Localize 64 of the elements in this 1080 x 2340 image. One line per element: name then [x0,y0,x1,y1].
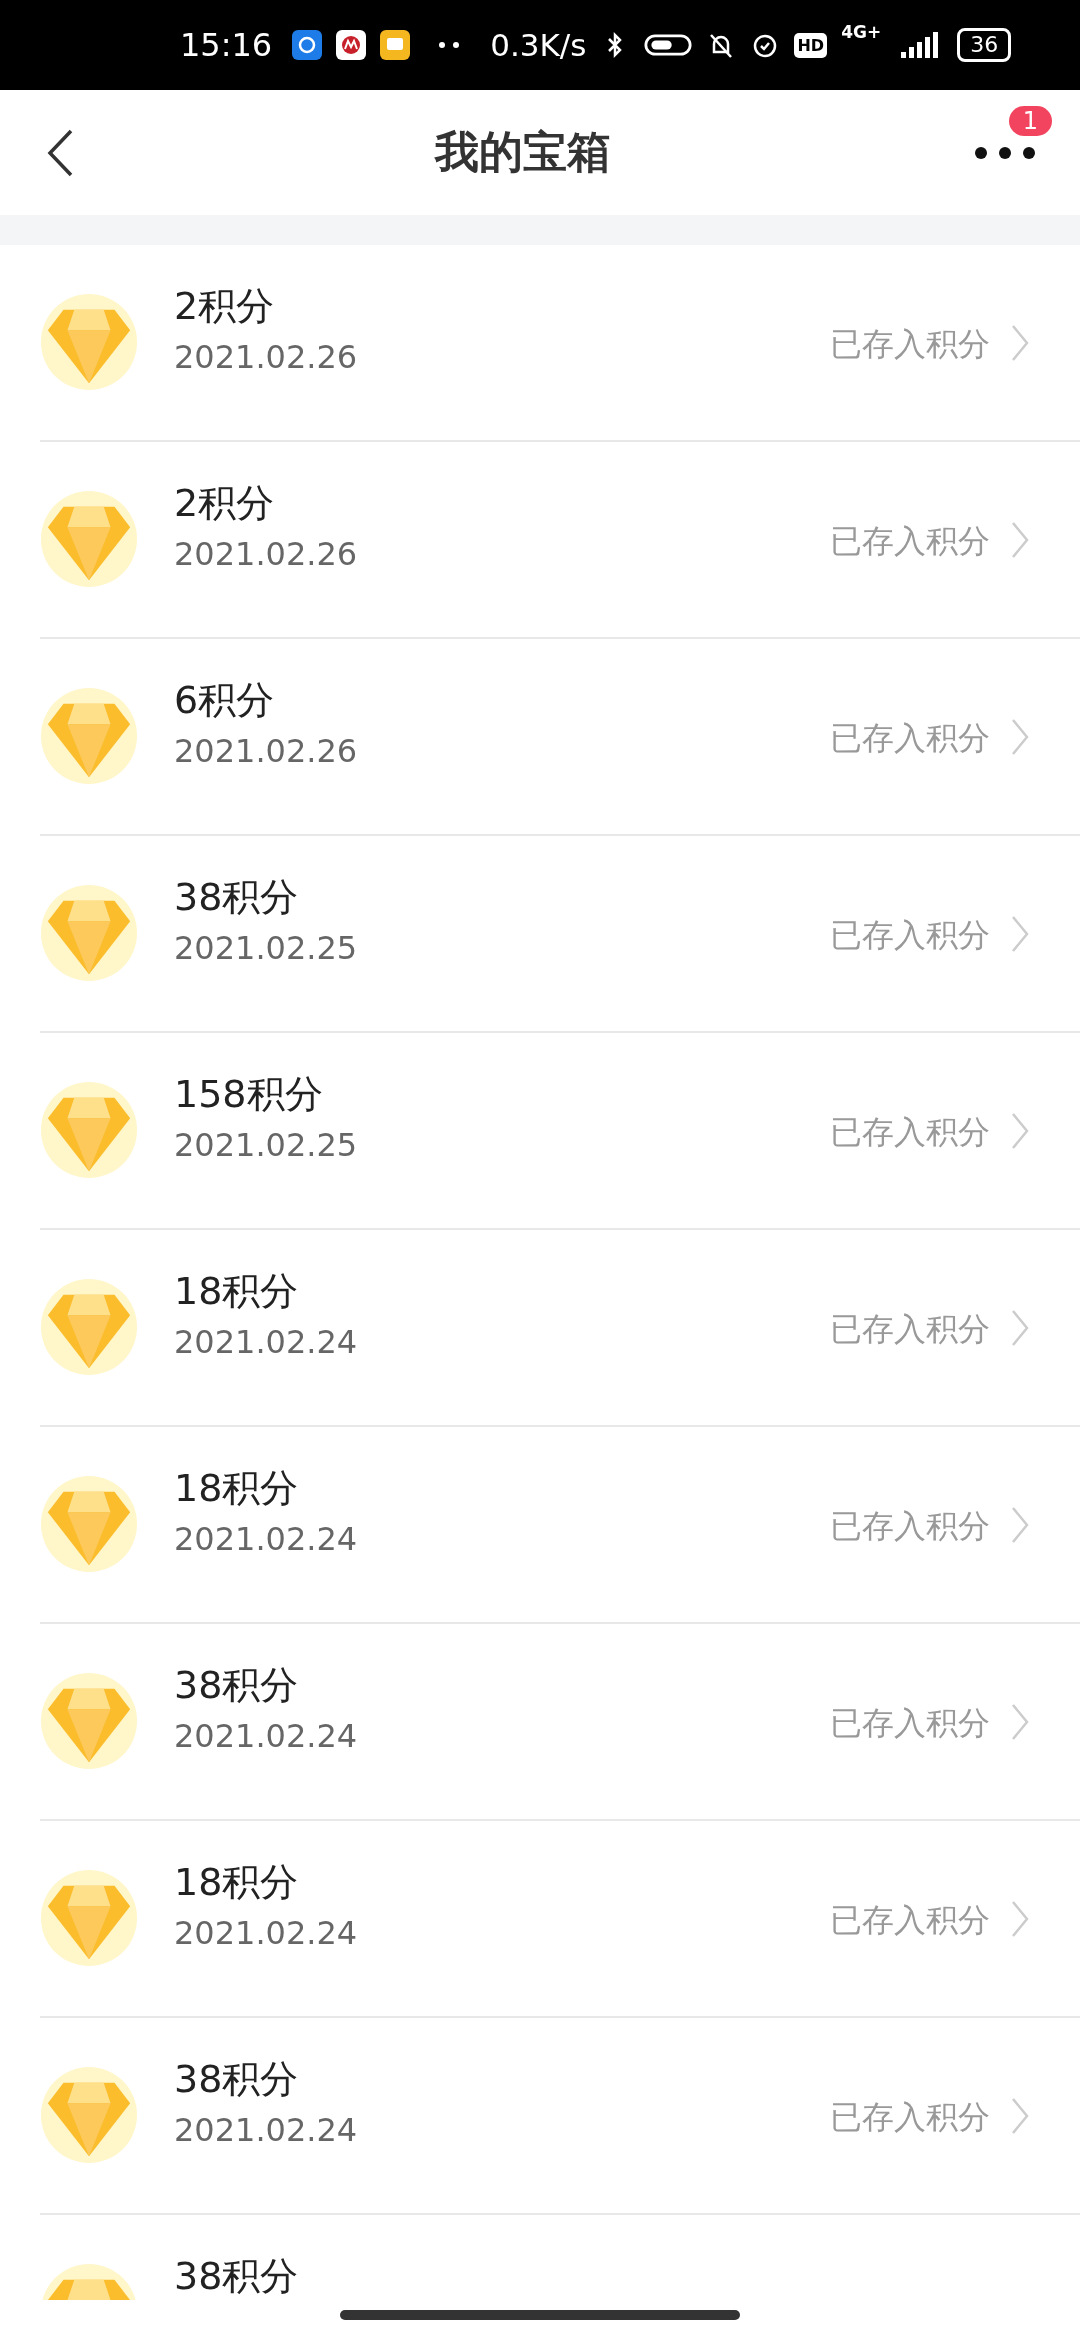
status-text: 已存入积分 [830,1703,990,1744]
notification-badge: 1 [1008,106,1052,136]
reward-row[interactable]: 2积分 2021.02.26 已存入积分 [40,245,1080,442]
date-text: 2021.02.24 [174,1323,359,1361]
date-text: 2021.02.26 [174,338,359,376]
reward-row[interactable]: 38积分 2021.02.25 已存入积分 [40,836,1080,1033]
battery-level: 36 [957,28,1012,62]
chevron-right-icon [1010,717,1030,757]
points-amount: 38积分 [174,1662,300,1709]
chevron-right-icon [1010,1308,1030,1348]
network-speed: 0.3K/s [490,27,587,63]
points-amount: 2积分 [174,480,276,527]
status-text: 已存入积分 [830,1506,990,1547]
chevron-right-icon [1010,1111,1030,1151]
reward-row[interactable]: 18积分 2021.02.24 已存入积分 [40,1821,1080,2018]
reward-row[interactable]: 6积分 2021.02.26 已存入积分 [40,639,1080,836]
chevron-right-icon [1010,1505,1030,1545]
chevron-right-icon [1010,323,1030,363]
date-text: 2021.02.25 [174,929,359,967]
reward-row[interactable]: 158积分 2021.02.25 已存入积分 [40,1033,1080,1230]
points-amount: 38积分 [174,874,300,921]
date-text: 2021.02.25 [174,1126,359,1164]
status-text: 已存入积分 [830,915,990,956]
points-amount: 38积分 [174,2056,300,2103]
points-amount: 18积分 [174,1268,300,1315]
status-text: 已存入积分 [830,2097,990,2138]
network-type: 4G+ [841,22,882,42]
date-text: 2021.02.24 [174,1717,359,1755]
message-icon [380,30,411,60]
date-text: 2021.02.26 [174,535,359,573]
points-amount: 2积分 [174,283,276,330]
date-text: 2021.02.24 [174,1520,359,1558]
hd-badge: HD [794,32,828,58]
status-text: 已存入积分 [830,1900,990,1941]
clock: 15:16 [180,26,273,64]
chevron-right-icon [1010,1899,1030,1939]
points-amount: 18积分 [174,1859,300,1906]
reward-row[interactable]: 18积分 2021.02.24 已存入积分 [40,1427,1080,1624]
chevron-right-icon [1010,2096,1030,2136]
page-title: 我的宝箱 [434,125,611,179]
back-icon [45,127,75,178]
status-text: 已存入积分 [830,718,990,759]
back-button[interactable] [45,127,75,178]
points-amount: 38积分 [174,2253,300,2300]
status-text: 已存入积分 [830,521,990,562]
reward-row[interactable]: 2积分 2021.02.26 已存入积分 [40,442,1080,639]
date-text: 2021.02.24 [174,2111,359,2149]
date-text: 2021.02.26 [174,732,359,770]
reward-row[interactable]: 18积分 2021.02.24 已存入积分 [40,1230,1080,1427]
date-text: 2021.02.24 [174,1914,359,1952]
chevron-right-icon [1010,914,1030,954]
chevron-right-icon [1010,520,1030,560]
app-notification-icon [292,30,323,60]
app-notification-icon [336,30,367,60]
points-amount: 18积分 [174,1465,300,1512]
status-text: 已存入积分 [830,1112,990,1153]
status-text: 已存入积分 [830,324,990,365]
points-amount: 158积分 [174,1071,324,1118]
reward-row[interactable]: 38积分 2021.02.24 已存入积分 [40,1624,1080,1821]
chevron-right-icon [1010,1702,1030,1742]
status-text: 已存入积分 [830,1309,990,1350]
points-amount: 6积分 [174,677,276,724]
more-icon [974,144,1036,161]
reward-row[interactable]: 38积分 2021.02.24 已存入积分 [40,2018,1080,2215]
